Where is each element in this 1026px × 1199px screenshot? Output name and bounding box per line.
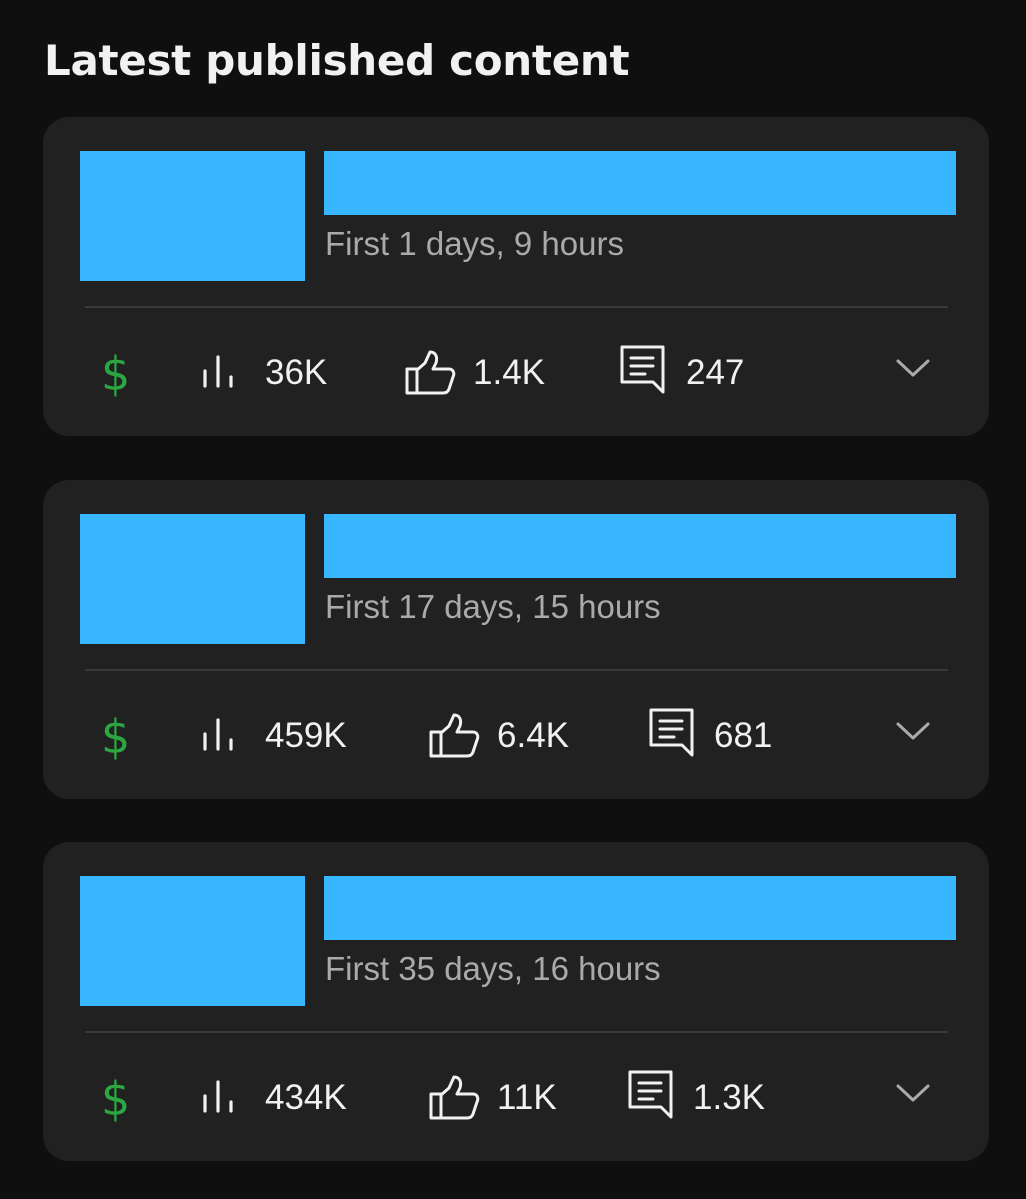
- video-thumbnail[interactable]: [80, 514, 305, 644]
- card-divider: [85, 1031, 948, 1033]
- thumbs-up-icon: [405, 349, 457, 395]
- views-count: 434K: [265, 1078, 347, 1117]
- bar-chart-icon: [201, 355, 239, 389]
- section-title: Latest published content: [44, 36, 630, 85]
- card-divider: [85, 669, 948, 671]
- thumbs-up-icon: [429, 712, 481, 758]
- card-divider: [85, 306, 948, 308]
- content-card[interactable]: First 17 days, 15 hours $ 459K 6.4K 681: [43, 480, 989, 799]
- comments-count: 247: [686, 353, 745, 392]
- time-period-label: First 35 days, 16 hours: [325, 950, 661, 987]
- stats-row: $ 459K 6.4K 681: [43, 706, 989, 766]
- dollar-icon: $: [101, 710, 131, 764]
- thumbs-up-icon: [429, 1074, 481, 1120]
- stats-row: $ 36K 1.4K 247: [43, 343, 989, 403]
- dollar-icon: $: [101, 1072, 131, 1126]
- stats-row: $ 434K 11K 1.3K: [43, 1068, 989, 1128]
- video-title-redacted[interactable]: [324, 151, 956, 215]
- bar-chart-icon: [201, 718, 239, 752]
- comment-icon: [628, 1070, 674, 1122]
- time-period-label: First 1 days, 9 hours: [325, 225, 624, 262]
- chevron-down-icon[interactable]: [895, 1082, 931, 1104]
- video-thumbnail[interactable]: [80, 151, 305, 281]
- likes-count: 6.4K: [497, 716, 569, 755]
- comments-count: 681: [714, 716, 773, 755]
- time-period-label: First 17 days, 15 hours: [325, 588, 661, 625]
- content-card[interactable]: First 1 days, 9 hours $ 36K 1.4K 247: [43, 117, 989, 436]
- dollar-icon: $: [101, 347, 131, 401]
- views-count: 36K: [265, 353, 328, 392]
- content-card[interactable]: First 35 days, 16 hours $ 434K 11K 1.3K: [43, 842, 989, 1161]
- chevron-down-icon[interactable]: [895, 720, 931, 742]
- views-count: 459K: [265, 716, 347, 755]
- comments-count: 1.3K: [693, 1078, 765, 1117]
- video-thumbnail[interactable]: [80, 876, 305, 1006]
- video-title-redacted[interactable]: [324, 514, 956, 578]
- video-title-redacted[interactable]: [324, 876, 956, 940]
- bar-chart-icon: [201, 1080, 239, 1114]
- likes-count: 11K: [497, 1078, 557, 1117]
- comment-icon: [620, 345, 666, 397]
- likes-count: 1.4K: [473, 353, 545, 392]
- comment-icon: [649, 708, 695, 760]
- chevron-down-icon[interactable]: [895, 357, 931, 379]
